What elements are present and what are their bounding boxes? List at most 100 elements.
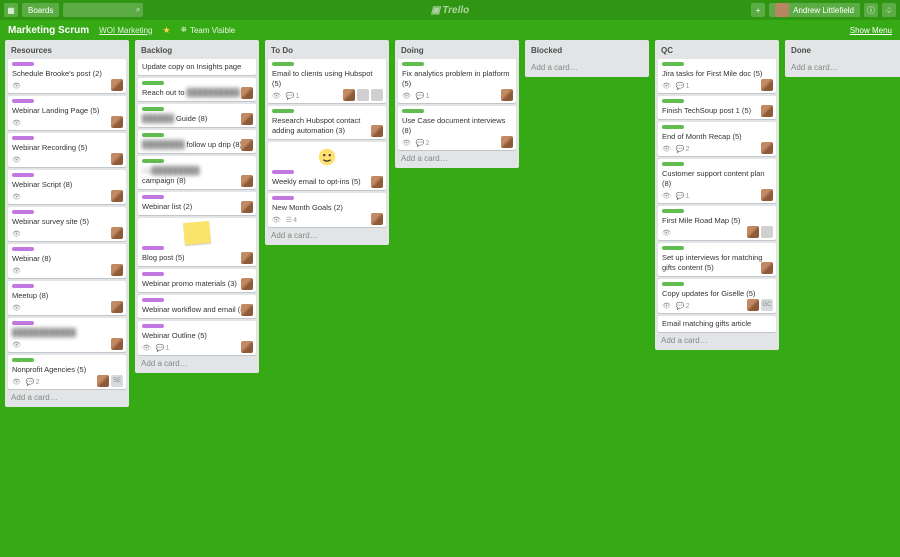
card-members xyxy=(241,278,253,290)
member-avatar[interactable] xyxy=(97,375,109,387)
member-avatar[interactable] xyxy=(761,105,773,117)
list-title[interactable]: Doing xyxy=(398,44,516,59)
user-menu[interactable]: Andrew Littlefield xyxy=(769,3,860,17)
list-title[interactable]: Blocked xyxy=(528,44,646,59)
member-avatar[interactable] xyxy=(371,89,383,101)
member-avatar[interactable] xyxy=(761,189,773,201)
member-avatar[interactable] xyxy=(241,304,253,316)
member-avatar[interactable] xyxy=(241,201,253,213)
add-card-button[interactable]: Add a card… xyxy=(788,59,900,73)
member-avatar[interactable] xyxy=(241,278,253,290)
member-avatar[interactable]: GC xyxy=(761,299,773,311)
boards-button[interactable]: Boards xyxy=(22,3,59,17)
card[interactable]: Webinar Landing Page (5)👁 xyxy=(8,96,126,130)
card[interactable]: Meetup (8)👁 xyxy=(8,281,126,315)
card[interactable]: Ca█████████campaign (8) xyxy=(138,156,256,189)
card[interactable]: ████████ follow up drip (8) xyxy=(138,130,256,153)
trello-logo[interactable]: ▣ Trello xyxy=(431,5,470,16)
info-icon[interactable]: ⓘ xyxy=(864,3,878,17)
label-purple xyxy=(12,62,34,66)
member-avatar[interactable] xyxy=(343,89,355,101)
card[interactable]: Jira tasks for First Mile doc (5)👁💬1 xyxy=(658,59,776,93)
add-card-button[interactable]: Add a card… xyxy=(658,332,776,346)
board-title[interactable]: Marketing Scrum xyxy=(8,25,89,36)
member-avatar[interactable] xyxy=(111,153,123,165)
member-avatar[interactable] xyxy=(501,89,513,101)
member-avatar[interactable] xyxy=(501,136,513,148)
member-avatar[interactable] xyxy=(357,89,369,101)
member-avatar[interactable] xyxy=(111,338,123,350)
member-avatar[interactable] xyxy=(241,87,253,99)
card[interactable]: Webinar promo materials (3) xyxy=(138,269,256,292)
list-title[interactable]: QC xyxy=(658,44,776,59)
list-title[interactable]: Backlog xyxy=(138,44,256,59)
card[interactable]: Fix analytics problem in platform (5)👁💬1 xyxy=(398,59,516,103)
member-avatar[interactable] xyxy=(371,125,383,137)
card[interactable]: Set up interviews for matching gifts con… xyxy=(658,243,776,276)
card[interactable]: Reach out to ██████████ xyxy=(138,78,256,101)
bell-icon[interactable]: ♤ xyxy=(882,3,896,17)
card[interactable]: Email matching gifts article xyxy=(658,316,776,332)
member-avatar[interactable] xyxy=(761,79,773,91)
card[interactable]: Update copy on Insights page xyxy=(138,59,256,75)
card[interactable]: Copy updates for Giselle (5)👁💬2GC xyxy=(658,279,776,313)
list-title[interactable]: To Do xyxy=(268,44,386,59)
add-card-button[interactable]: Add a card… xyxy=(138,355,256,369)
add-card-button[interactable]: Add a card… xyxy=(8,389,126,403)
card[interactable]: Email to clients using Hubspot (5)👁💬1 xyxy=(268,59,386,103)
member-avatar[interactable] xyxy=(241,341,253,353)
card[interactable]: ██████ Guide (8) xyxy=(138,104,256,127)
member-avatar[interactable] xyxy=(241,252,253,264)
member-avatar[interactable] xyxy=(111,116,123,128)
card[interactable]: Webinar Script (8)👁 xyxy=(8,170,126,204)
member-avatar[interactable] xyxy=(111,190,123,202)
comment-icon: 💬 xyxy=(26,378,35,386)
card[interactable]: Webinar survey site (5)👁 xyxy=(8,207,126,241)
member-avatar[interactable] xyxy=(111,227,123,239)
card[interactable]: First Mile Road Map (5)👁 xyxy=(658,206,776,240)
member-avatar[interactable]: SE xyxy=(111,375,123,387)
card[interactable]: ████████████👁 xyxy=(8,318,126,352)
card[interactable]: Blog post (5) xyxy=(138,218,256,266)
label-green xyxy=(662,209,684,213)
card[interactable]: End of Month Recap (5)👁💬2 xyxy=(658,122,776,156)
member-avatar[interactable] xyxy=(761,262,773,274)
card[interactable]: Schedule Brooke's post (2)👁 xyxy=(8,59,126,93)
member-avatar[interactable] xyxy=(241,113,253,125)
card[interactable]: Webinar Outline (5)👁💬1 xyxy=(138,321,256,355)
member-avatar[interactable] xyxy=(371,213,383,225)
add-card-button[interactable]: Add a card… xyxy=(398,150,516,164)
member-avatar[interactable] xyxy=(111,301,123,313)
team-link[interactable]: WOI Marketing xyxy=(99,26,152,35)
list-title[interactable]: Resources xyxy=(8,44,126,59)
card[interactable]: Use Case document interviews (8)👁💬2 xyxy=(398,106,516,150)
card[interactable]: Nonprofit Agencies (5)👁💬2SE xyxy=(8,355,126,389)
list-title[interactable]: Done xyxy=(788,44,900,59)
member-avatar[interactable] xyxy=(241,139,253,151)
card[interactable]: Weekly email to opt-ins (5) xyxy=(268,142,386,190)
add-button[interactable]: + xyxy=(751,3,765,17)
member-avatar[interactable] xyxy=(371,176,383,188)
search-input[interactable]: ⌕ xyxy=(63,3,143,17)
member-avatar[interactable] xyxy=(241,175,253,187)
card[interactable]: Research Hubspot contact adding automati… xyxy=(268,106,386,139)
member-avatar[interactable] xyxy=(761,142,773,154)
add-card-button[interactable]: Add a card… xyxy=(528,59,646,73)
card[interactable]: Webinar workflow and email (8) xyxy=(138,295,256,318)
member-avatar[interactable] xyxy=(111,79,123,91)
card[interactable]: Webinar list (2) xyxy=(138,192,256,215)
show-menu-button[interactable]: Show Menu xyxy=(850,26,892,35)
card[interactable]: New Month Goals (2)👁☰4 xyxy=(268,193,386,227)
card[interactable]: Webinar (8)👁 xyxy=(8,244,126,278)
card[interactable]: Finish TechSoup post 1 (5) xyxy=(658,96,776,119)
member-avatar[interactable] xyxy=(747,299,759,311)
member-avatar[interactable] xyxy=(761,226,773,238)
card[interactable]: Customer support content plan (8)👁💬1 xyxy=(658,159,776,203)
apps-icon[interactable]: ▦ xyxy=(4,3,18,17)
card[interactable]: Webinar Recording (5)👁 xyxy=(8,133,126,167)
add-card-button[interactable]: Add a card… xyxy=(268,227,386,241)
star-icon[interactable]: ★ xyxy=(162,25,170,36)
member-avatar[interactable] xyxy=(111,264,123,276)
member-avatar[interactable] xyxy=(747,226,759,238)
visibility-button[interactable]: ⛯ Team Visible xyxy=(181,25,236,35)
